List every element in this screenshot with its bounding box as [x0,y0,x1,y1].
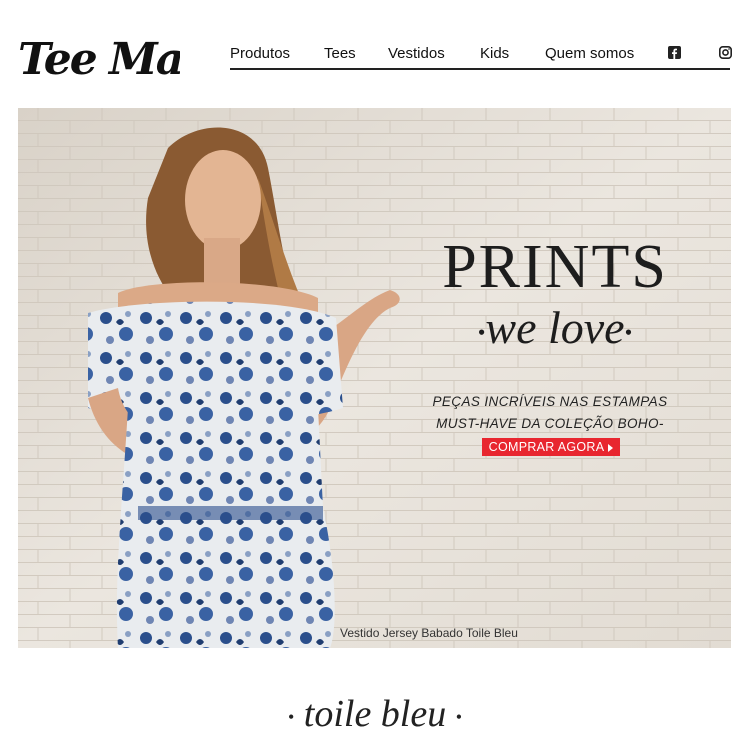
instagram-icon[interactable] [719,46,732,59]
nav-item-vestidos[interactable]: Vestidos [388,45,445,62]
hero-subhead: •we love• [426,305,684,351]
section-title-text: toile bleu [303,693,447,735]
tagline-line-1: PEÇAS INCRÍVEIS NAS ESTAMPAS [432,394,668,409]
svg-text:Tee Match: Tee Match [18,34,180,85]
nav-item-kids[interactable]: Kids [480,45,509,62]
hero-headline: PRINTS [442,233,668,301]
nav-item-produtos[interactable]: Produtos [230,45,290,62]
buy-now-label: COMPRAR AGORA [488,440,605,454]
buy-now-button[interactable]: COMPRAR AGORA [482,438,620,456]
arrow-right-icon [608,443,614,452]
section-title: • toile bleu • [0,692,750,736]
hero-photo [18,108,731,648]
dot-left-icon: • [287,706,295,727]
nav-item-tees[interactable]: Tees [324,45,356,62]
nav-item-quem-somos[interactable]: Quem somos [545,45,634,62]
facebook-icon[interactable] [668,46,681,59]
logo-wordmark: Tee Match [18,34,180,85]
brand-logo[interactable]: Tee Match [16,24,180,86]
hero-subhead-text: we love [485,302,625,353]
product-caption[interactable]: Vestido Jersey Babado Toile Bleu [340,626,518,640]
main-nav: Produtos Tees Vestidos Kids Quem somos [230,40,732,70]
dot-right-icon: • [624,319,633,345]
hero-banner[interactable]: PRINTS •we love• PEÇAS INCRÍVEIS NAS EST… [18,108,731,648]
dot-right-icon: • [455,706,463,727]
